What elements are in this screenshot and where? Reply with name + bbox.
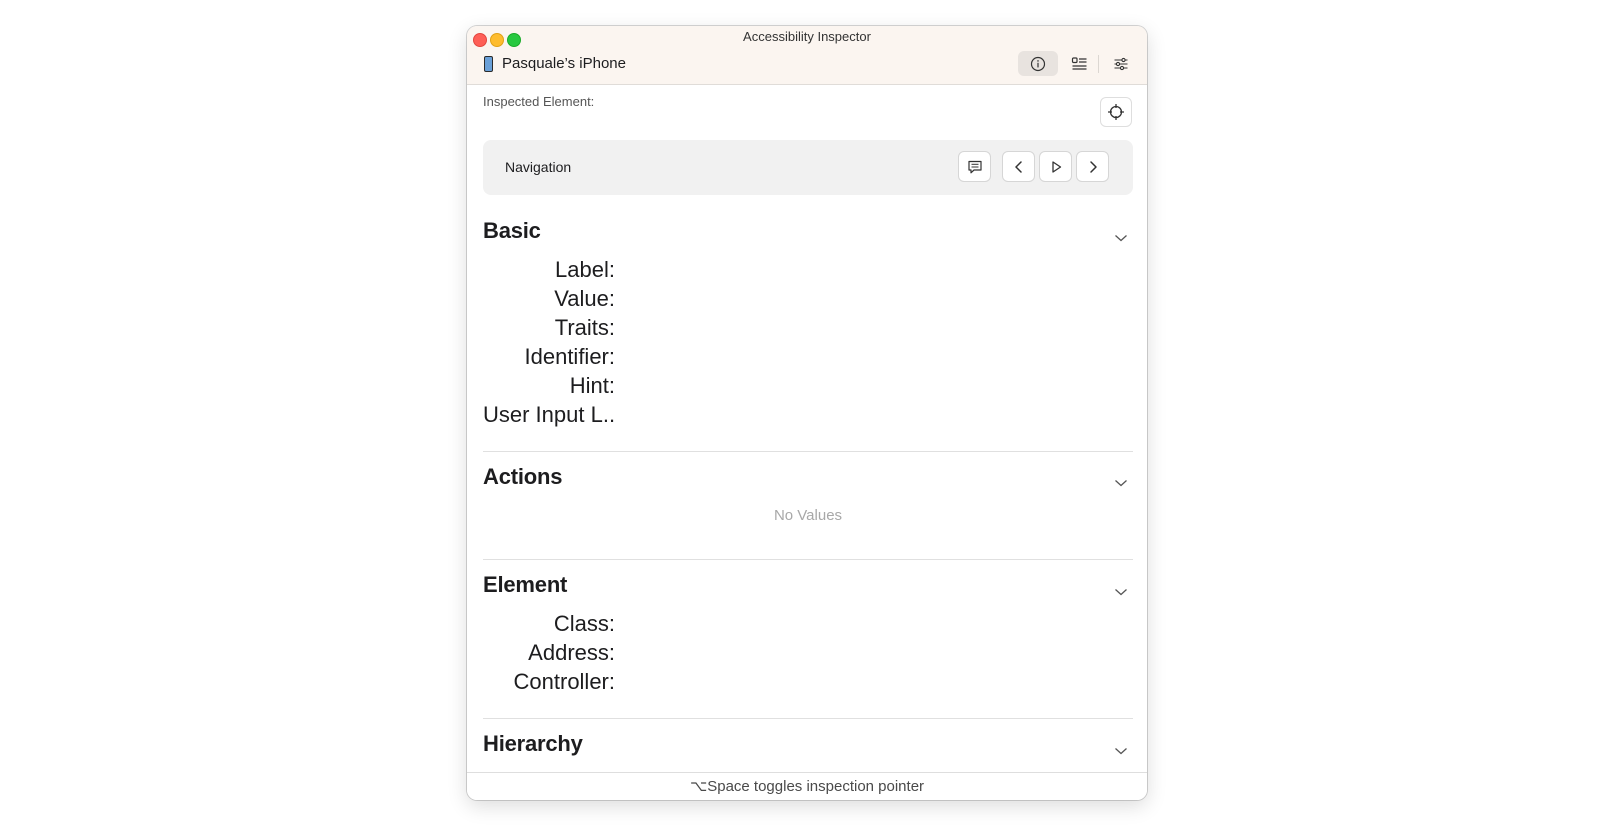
basic-traits-field: Traits: bbox=[554, 315, 615, 340]
info-icon bbox=[1030, 56, 1046, 71]
inspected-element-label: Inspected Element: bbox=[483, 94, 595, 109]
section-divider bbox=[483, 559, 1133, 560]
window-title: Accessibility Inspector bbox=[743, 29, 871, 44]
basic-hint-field: Hint: bbox=[569, 373, 615, 398]
title-bar: Accessibility Inspector Pasquale’s iPhon… bbox=[467, 26, 1147, 85]
inspector-content[interactable]: Inspected Element: Navigation Basic Labe… bbox=[467, 85, 1147, 771]
actions-empty-text: No Values bbox=[773, 507, 843, 524]
iphone-icon bbox=[484, 56, 493, 72]
basic-value-field: Value: bbox=[554, 286, 615, 311]
auto-navigate-button[interactable] bbox=[1039, 151, 1072, 182]
inspection-pointer-button[interactable] bbox=[1100, 97, 1132, 127]
basic-label-field: Label: bbox=[555, 257, 615, 282]
chevron-left-icon bbox=[1014, 160, 1022, 173]
basic-user-input-labels-field: User Input L... bbox=[483, 402, 615, 427]
toolbar-separator bbox=[1098, 55, 1099, 73]
basic-identifier-field: Identifier: bbox=[524, 344, 616, 369]
section-title-hierarchy[interactable]: Hierarchy bbox=[483, 731, 583, 757]
accessibility-inspector-window: Accessibility Inspector Pasquale’s iPhon… bbox=[467, 26, 1147, 800]
list-icon bbox=[1071, 56, 1086, 70]
chevron-down-icon[interactable] bbox=[1114, 233, 1128, 243]
section-title-element[interactable]: Element bbox=[483, 572, 567, 598]
chevron-down-icon[interactable] bbox=[1114, 478, 1128, 488]
inspector-tab-button[interactable] bbox=[1018, 51, 1058, 76]
audit-tab-button[interactable] bbox=[1059, 51, 1099, 76]
crosshair-icon bbox=[1108, 104, 1124, 120]
play-icon bbox=[1051, 160, 1061, 173]
navigation-panel: Navigation bbox=[483, 140, 1133, 195]
settings-sliders-icon bbox=[1114, 57, 1128, 70]
element-address-field: Address: bbox=[528, 640, 615, 665]
chevron-right-icon bbox=[1089, 160, 1097, 173]
chevron-down-icon[interactable] bbox=[1114, 587, 1128, 597]
section-divider bbox=[483, 718, 1133, 719]
chevron-down-icon[interactable] bbox=[1114, 746, 1128, 756]
device-selector[interactable]: Pasquale’s iPhone bbox=[502, 55, 626, 72]
status-footer: ⌥Space toggles inspection pointer bbox=[467, 772, 1147, 800]
section-title-basic[interactable]: Basic bbox=[483, 218, 541, 244]
section-divider bbox=[483, 451, 1133, 452]
speak-button[interactable] bbox=[958, 151, 991, 182]
settings-tab-button[interactable] bbox=[1101, 51, 1141, 76]
speech-bubble-icon bbox=[967, 160, 982, 173]
section-title-actions[interactable]: Actions bbox=[483, 464, 562, 490]
previous-element-button[interactable] bbox=[1002, 151, 1035, 182]
next-element-button[interactable] bbox=[1076, 151, 1109, 182]
element-class-field: Class: bbox=[553, 611, 615, 636]
element-controller-field: Controller: bbox=[513, 669, 615, 694]
navigation-title: Navigation bbox=[505, 159, 572, 175]
